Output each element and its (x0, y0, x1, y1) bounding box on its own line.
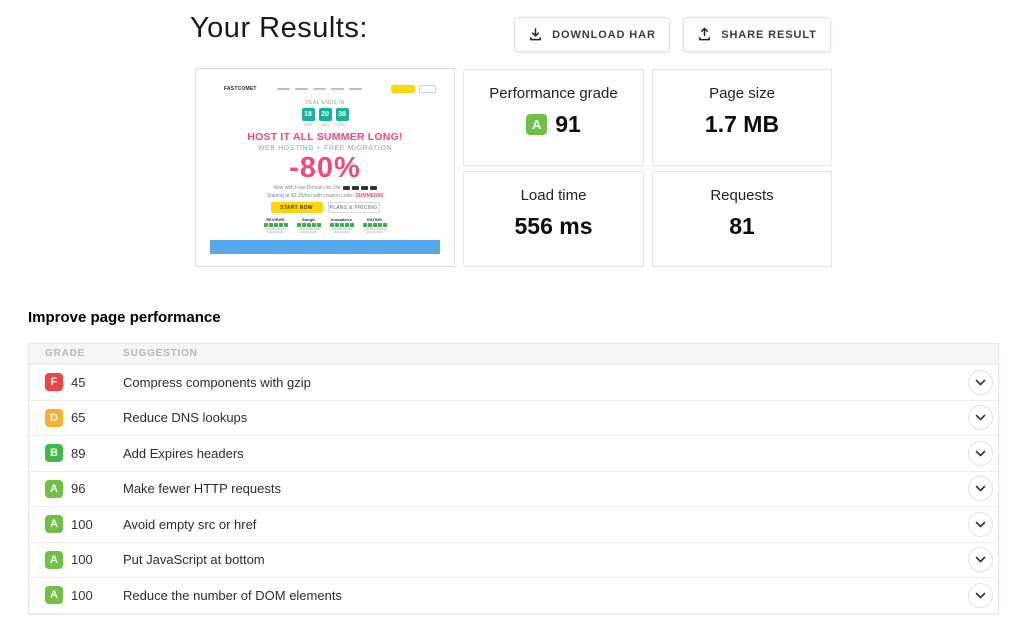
chevron-down-icon (975, 414, 986, 421)
load-time-label: Load time (464, 187, 643, 204)
chevron-down-icon (975, 521, 986, 528)
suggestion-column-header: SUGGESTION (123, 348, 198, 359)
expand-row-button[interactable] (968, 370, 993, 395)
website-screenshot-thumbnail: FASTCOMET DEAL ENDS IN 18 20 38 HRSMINSE… (195, 68, 455, 267)
review-badges: REVIEWS Google hostadvice RATING (210, 217, 440, 233)
suggestion-text: Avoid empty src or href (123, 517, 968, 532)
requests-value: 81 (653, 213, 831, 240)
chevron-down-icon (975, 450, 986, 457)
mini-site-nav-login (419, 85, 436, 93)
suggestion-text: Make fewer HTTP requests (123, 481, 968, 496)
grade-score: 100 (71, 588, 123, 603)
suggestion-text: Reduce DNS lookups (123, 410, 968, 425)
page-size-card: Page size 1.7 MB (652, 69, 832, 166)
grade-score: 96 (71, 481, 123, 496)
suggestion-row[interactable]: A 96 Make fewer HTTP requests (29, 471, 998, 507)
grade-score: 45 (71, 375, 123, 390)
page-size-label: Page size (653, 85, 831, 102)
expand-row-button[interactable] (968, 441, 993, 466)
mini-site-nav-cta (391, 85, 415, 93)
payment-chip (361, 186, 368, 190)
improve-section-title: Improve page performance (28, 309, 221, 326)
mini-site-navbar: FASTCOMET (210, 81, 440, 93)
share-result-button[interactable]: SHARE RESULT (683, 17, 831, 52)
promo-subheading: WEB HOSTING + FREE MIGRATION (210, 145, 440, 152)
mini-site-logo: FASTCOMET (224, 86, 257, 92)
suggestions-table: GRADE SUGGESTION F 45 Compress component… (28, 343, 999, 614)
share-icon (697, 27, 712, 42)
discount-text: -80% (210, 153, 440, 183)
grade-badge: A (45, 515, 63, 533)
download-har-button[interactable]: DOWNLOAD HAR (514, 17, 670, 52)
suggestion-row[interactable]: A 100 Reduce the number of DOM elements (29, 577, 998, 613)
suggestion-text: Put JavaScript at bottom (123, 552, 968, 567)
expand-row-button[interactable] (968, 512, 993, 537)
grade-score: 100 (71, 517, 123, 532)
load-time-value: 556 ms (464, 213, 643, 240)
suggestion-text: Reduce the number of DOM elements (123, 588, 968, 603)
grade-score: 65 (71, 410, 123, 425)
suggestion-row[interactable]: A 100 Avoid empty src or href (29, 506, 998, 542)
performance-grade-label: Performance grade (464, 85, 643, 102)
countdown-label: DEAL ENDS IN (210, 100, 440, 106)
grade-badge: F (45, 373, 63, 391)
table-header: GRADE SUGGESTION (29, 344, 998, 364)
page-title: Your Results: (190, 12, 368, 45)
start-now-button: START NOW (271, 202, 323, 213)
payment-chip (370, 186, 377, 190)
grade-badge: A (45, 480, 63, 498)
chevron-down-icon (975, 379, 986, 386)
suggestion-row[interactable]: F 45 Compress components with gzip (29, 364, 998, 400)
expand-row-button[interactable] (968, 583, 993, 608)
grade-badge: A (45, 551, 63, 569)
suggestion-row[interactable]: B 89 Add Expires headers (29, 435, 998, 471)
performance-grade-value: 91 (555, 111, 581, 138)
grade-column-header: GRADE (45, 348, 123, 359)
countdown-hours: 18 (302, 108, 315, 121)
countdown-units: HRSMINSEC (210, 122, 440, 127)
share-result-label: SHARE RESULT (721, 29, 817, 41)
mini-site-footer-bar (210, 240, 440, 254)
expand-row-button[interactable] (968, 476, 993, 501)
expand-row-button[interactable] (968, 405, 993, 430)
mini-site-preview: FASTCOMET DEAL ENDS IN 18 20 38 HRSMINSE… (210, 81, 440, 254)
load-time-card: Load time 556 ms (463, 171, 644, 267)
requests-card: Requests 81 (652, 171, 832, 267)
chevron-down-icon (975, 592, 986, 599)
suggestion-text: Compress components with gzip (123, 375, 968, 390)
offer-line: Now with Free Domain for Life (210, 185, 440, 191)
page-size-value: 1.7 MB (653, 111, 831, 138)
promo-buttons: START NOW PLANS & PRICING (210, 202, 440, 213)
mini-site-nav-links (277, 88, 362, 90)
chevron-down-icon (975, 556, 986, 563)
suggestion-row[interactable]: D 65 Reduce DNS lookups (29, 400, 998, 436)
grade-badge: D (45, 409, 63, 427)
performance-grade-badge: A (526, 114, 547, 135)
requests-label: Requests (653, 187, 831, 204)
coupon-code: SUMMER80 (355, 193, 383, 199)
payment-chip (343, 186, 350, 190)
grade-badge: A (45, 586, 63, 604)
countdown-timer: 18 20 38 (210, 108, 440, 121)
suggestion-text: Add Expires headers (123, 446, 968, 461)
countdown-seconds: 38 (336, 108, 349, 121)
grade-badge: B (45, 444, 63, 462)
suggestion-row[interactable]: A 100 Put JavaScript at bottom (29, 542, 998, 578)
coupon-line: Starting at $2.95/mo with coupon code: S… (210, 193, 440, 199)
download-har-label: DOWNLOAD HAR (552, 29, 656, 41)
expand-row-button[interactable] (968, 547, 993, 572)
grade-score: 89 (71, 446, 123, 461)
promo-heading: HOST IT ALL SUMMER LONG! (210, 131, 440, 143)
chevron-down-icon (975, 485, 986, 492)
performance-grade-card: Performance grade A 91 (463, 69, 644, 166)
download-icon (528, 27, 543, 42)
countdown-minutes: 20 (319, 108, 332, 121)
grade-score: 100 (71, 552, 123, 567)
payment-chip (352, 186, 359, 190)
plans-pricing-button: PLANS & PRICING (328, 202, 380, 213)
